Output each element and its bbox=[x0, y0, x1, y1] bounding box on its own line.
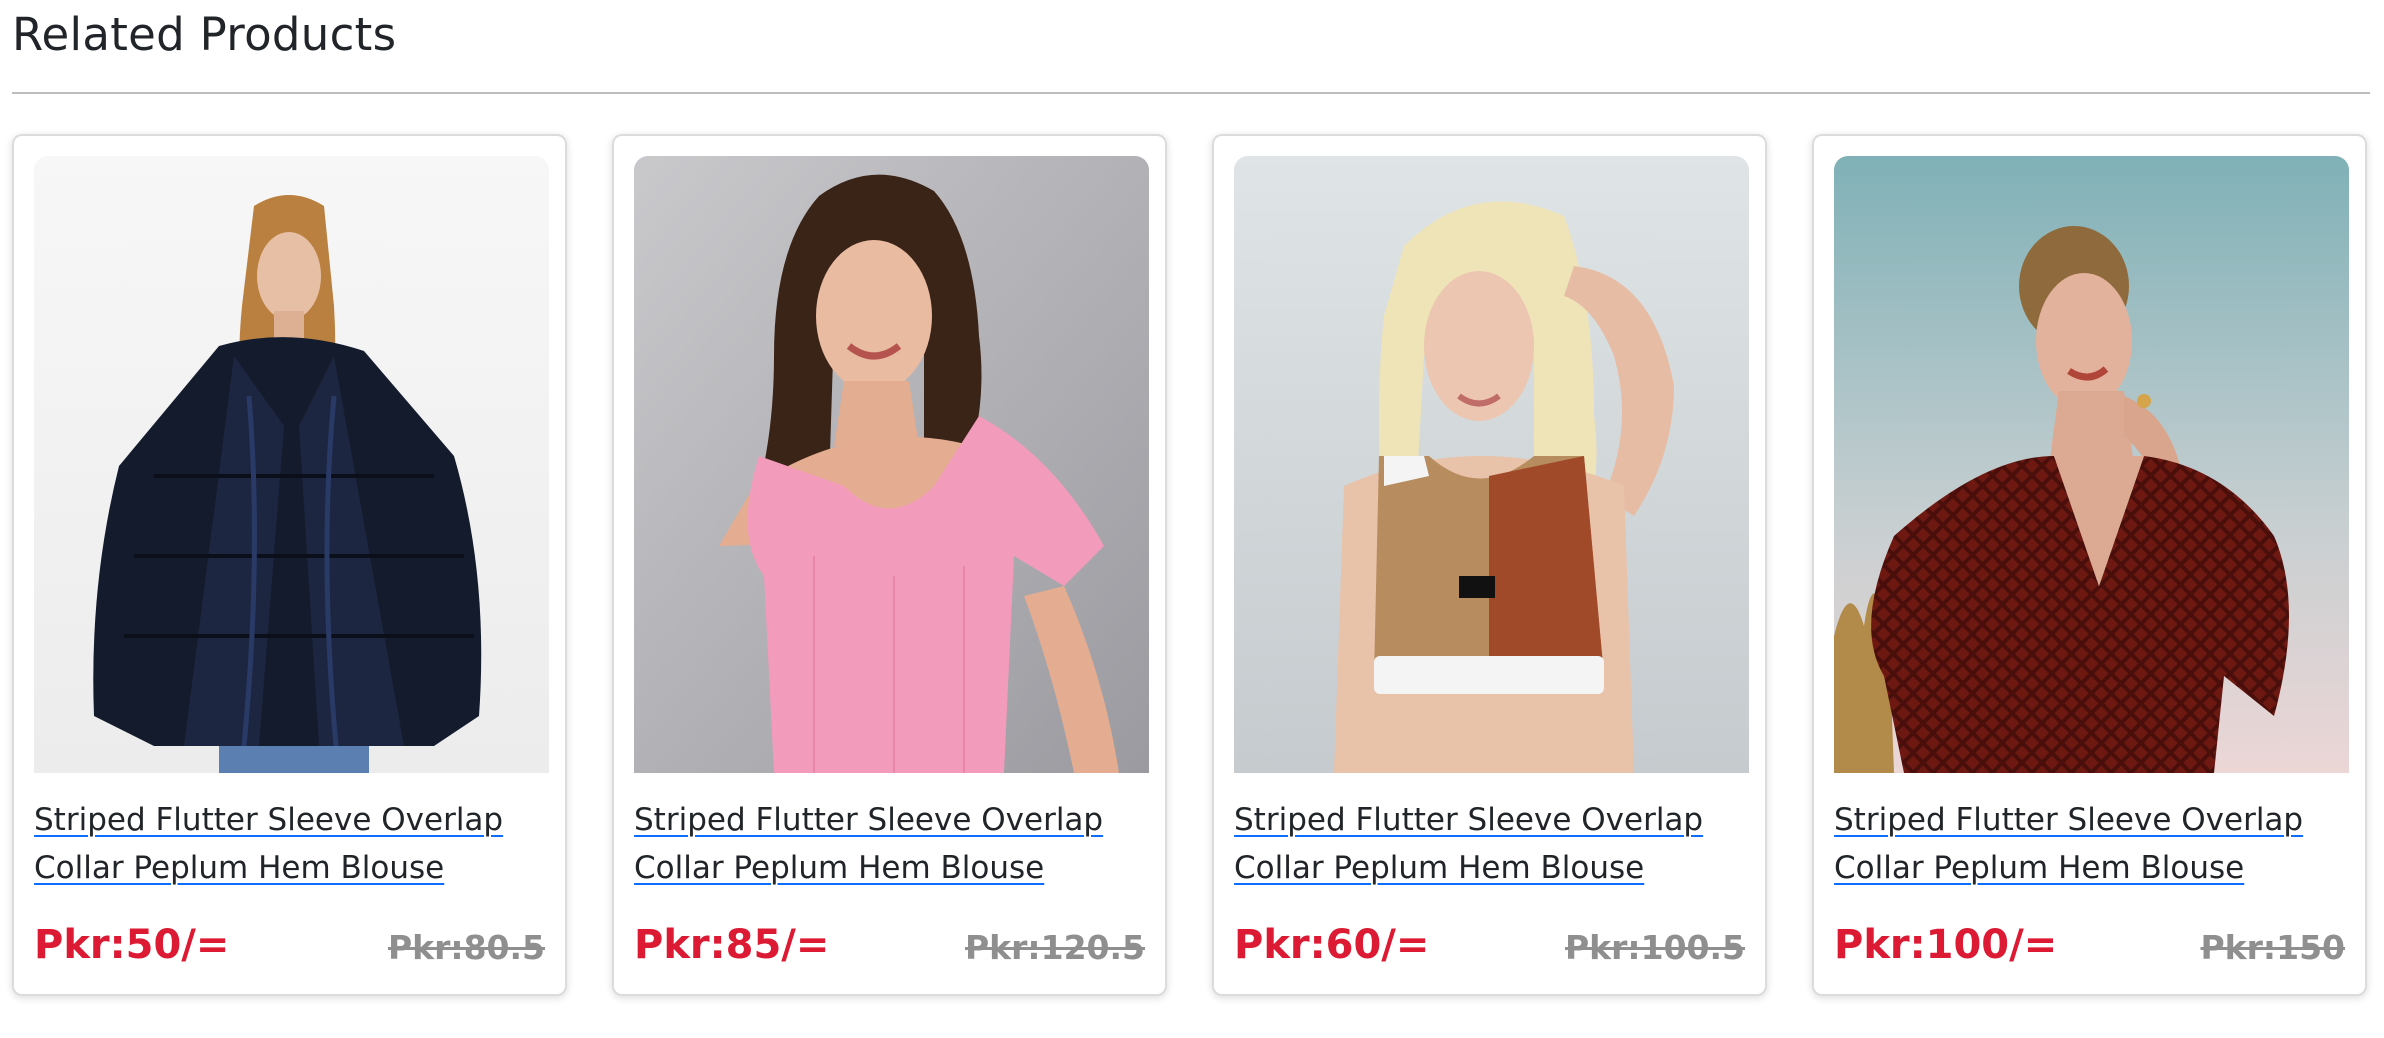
section-divider bbox=[12, 92, 2370, 94]
product-name-line: Striped Flutter Sleeve Overlap bbox=[1834, 802, 2304, 838]
product-price: Pkr:50/= bbox=[34, 922, 230, 968]
product-grid: Striped Flutter Sleeve Overlap Collar Pe… bbox=[12, 134, 2370, 998]
product-name-link[interactable]: Striped Flutter Sleeve Overlap Collar Pe… bbox=[1834, 796, 2349, 892]
product-price: Pkr:85/= bbox=[634, 922, 830, 968]
product-card: Striped Flutter Sleeve Overlap Collar Pe… bbox=[612, 134, 1167, 996]
product-name-line: Collar Peplum Hem Blouse bbox=[34, 850, 445, 886]
related-products-section: Related Products Striped Flutter Sleeve … bbox=[0, 0, 2384, 1038]
product-image[interactable] bbox=[34, 156, 549, 773]
section-title: Related Products bbox=[12, 8, 397, 61]
product-name-line: Collar Peplum Hem Blouse bbox=[1234, 850, 1645, 886]
product-name-link[interactable]: Striped Flutter Sleeve Overlap Collar Pe… bbox=[634, 796, 1149, 892]
product-photo bbox=[1834, 156, 2349, 773]
product-image[interactable] bbox=[634, 156, 1149, 773]
product-name-line: Collar Peplum Hem Blouse bbox=[1834, 850, 2245, 886]
product-old-price: Pkr:150 bbox=[2200, 928, 2346, 967]
product-photo bbox=[634, 156, 1149, 773]
product-name-line: Striped Flutter Sleeve Overlap bbox=[634, 802, 1104, 838]
product-photo bbox=[1234, 156, 1749, 773]
product-card: Striped Flutter Sleeve Overlap Collar Pe… bbox=[12, 134, 567, 996]
product-old-price: Pkr:80.5 bbox=[387, 928, 545, 967]
product-old-price: Pkr:120.5 bbox=[965, 928, 1145, 967]
product-name-line: Collar Peplum Hem Blouse bbox=[634, 850, 1045, 886]
product-name-link[interactable]: Striped Flutter Sleeve Overlap Collar Pe… bbox=[34, 796, 549, 892]
product-card: Striped Flutter Sleeve Overlap Collar Pe… bbox=[1812, 134, 2367, 996]
product-name-line: Striped Flutter Sleeve Overlap bbox=[1234, 802, 1704, 838]
product-price: Pkr:100/= bbox=[1834, 922, 2058, 968]
product-price: Pkr:60/= bbox=[1234, 922, 1430, 968]
product-name-line: Striped Flutter Sleeve Overlap bbox=[34, 802, 504, 838]
product-image[interactable] bbox=[1234, 156, 1749, 773]
product-old-price: Pkr:100.5 bbox=[1565, 928, 1745, 967]
product-name-link[interactable]: Striped Flutter Sleeve Overlap Collar Pe… bbox=[1234, 796, 1749, 892]
product-image[interactable] bbox=[1834, 156, 2349, 773]
product-photo bbox=[34, 156, 549, 773]
product-card: Striped Flutter Sleeve Overlap Collar Pe… bbox=[1212, 134, 1767, 996]
